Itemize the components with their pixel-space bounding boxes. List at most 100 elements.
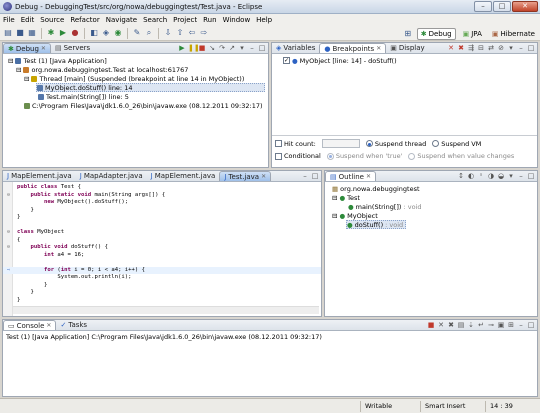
perspective-jpa[interactable]: ▣ JPA	[460, 28, 485, 40]
close-icon[interactable]: ✕	[46, 322, 51, 329]
collapse-all-icon[interactable]: ⊟	[477, 44, 485, 52]
collapse-icon[interactable]: ⊟	[16, 66, 21, 74]
outline-item[interactable]: ▦ org.nowa.debuggingtest	[328, 184, 534, 193]
collapse-icon[interactable]: ⊟	[24, 75, 29, 83]
close-icon[interactable]: ✕	[41, 45, 46, 52]
maximize-view-icon[interactable]: □	[258, 44, 266, 52]
prev-annotation-icon[interactable]: ⇧	[175, 28, 185, 38]
tab-mapelement-1[interactable]: J MapElement.java	[3, 171, 76, 181]
hit-count-checkbox[interactable]	[275, 140, 282, 147]
remove-launch-icon[interactable]: ✕	[437, 321, 445, 329]
remove-all-icon[interactable]: ✖	[457, 44, 465, 52]
tab-variables[interactable]: ◈ Variables	[272, 43, 319, 53]
minimize-button[interactable]: –	[474, 1, 492, 12]
breakpoint-enabled-checkbox[interactable]: ✓	[283, 57, 290, 64]
skip-all-icon[interactable]: ⊘	[497, 44, 505, 52]
sort-icon[interactable]: ↕	[457, 172, 465, 180]
remove-all-launches-icon[interactable]: ✖	[447, 321, 455, 329]
back-icon[interactable]: ⇦	[187, 28, 197, 38]
suspend-true-radio[interactable]	[326, 152, 334, 160]
open-console-icon[interactable]: ⊞	[507, 321, 515, 329]
console-output[interactable]: Test (1) [Java Application] C:\Program F…	[3, 331, 537, 343]
open-type-icon[interactable]: ✎	[132, 28, 142, 38]
menu-file[interactable]: File	[3, 16, 15, 24]
menu-edit[interactable]: Edit	[21, 16, 35, 24]
clear-console-icon[interactable]: ▤	[457, 321, 465, 329]
suspend-vm-radio[interactable]	[432, 140, 440, 147]
search-icon[interactable]: ⌕	[144, 28, 154, 38]
close-icon[interactable]: ✕	[261, 173, 266, 180]
menu-source[interactable]: Source	[40, 16, 64, 24]
code-editor[interactable]: public class Test { ⊖ public static void…	[3, 182, 321, 316]
menu-project[interactable]: Project	[173, 16, 197, 24]
minimize-view-icon[interactable]: –	[248, 44, 256, 52]
menu-search[interactable]: Search	[143, 16, 167, 24]
fold-icon[interactable]: ⊖	[7, 229, 10, 237]
tab-outline[interactable]: ▤ Outline ✕	[325, 171, 376, 181]
view-menu-icon[interactable]: ▾	[507, 44, 515, 52]
breakpoint-item[interactable]: ✓ ● MyObject [line: 14] - doStuff()	[275, 56, 534, 65]
tab-test-java[interactable]: J Test.java ✕	[219, 171, 272, 181]
suspend-changes-radio[interactable]	[408, 152, 416, 160]
tab-display[interactable]: ▣ Display	[386, 43, 428, 53]
collapse-icon[interactable]: ⊟	[332, 212, 337, 220]
display-console-icon[interactable]: ▣	[497, 321, 505, 329]
next-annotation-icon[interactable]: ⇩	[163, 28, 173, 38]
tree-item[interactable]: ⊟ Thread [main] (Suspended (breakpoint at…	[6, 74, 265, 83]
link-icon[interactable]: ⇄	[487, 44, 495, 52]
pin-console-icon[interactable]: ⊸	[487, 321, 495, 329]
remove-breakpoint-icon[interactable]: ✕	[447, 44, 455, 52]
word-wrap-icon[interactable]: ↵	[477, 321, 485, 329]
open-perspective-icon[interactable]: ⊞	[403, 29, 413, 39]
close-icon[interactable]: ✕	[366, 173, 371, 180]
new-package-icon[interactable]: ◈	[101, 28, 111, 38]
maximize-view-icon[interactable]: □	[527, 44, 535, 52]
outline-item[interactable]: ⊟ ● MyObject	[328, 211, 534, 220]
suspend-thread-radio[interactable]	[365, 140, 373, 147]
menu-refactor[interactable]: Refactor	[70, 16, 99, 24]
save-icon[interactable]: ■	[15, 28, 25, 38]
close-button[interactable]: ✕	[512, 1, 538, 12]
run-icon[interactable]: ▶	[58, 28, 68, 38]
outline-item[interactable]: ● doStuff() : void	[346, 220, 406, 229]
tree-item[interactable]: MyObject.doStuff() line: 14	[36, 83, 265, 92]
close-icon[interactable]: ✕	[376, 45, 381, 52]
suspend-icon[interactable]: ❚❚	[188, 44, 200, 52]
hit-count-input[interactable]	[321, 139, 360, 148]
minimize-view-icon[interactable]: –	[517, 172, 525, 180]
forward-icon[interactable]: ⇨	[199, 28, 209, 38]
step-over-icon[interactable]: ↷	[218, 44, 226, 52]
menu-window[interactable]: Window	[223, 16, 251, 24]
tab-breakpoints[interactable]: ● Breakpoints ✕	[319, 43, 387, 53]
terminate-icon[interactable]: ■	[198, 44, 206, 52]
print-icon[interactable]: ▦	[27, 28, 37, 38]
maximize-view-icon[interactable]: □	[527, 321, 535, 329]
resume-icon[interactable]: ▶	[178, 44, 186, 52]
minimize-view-icon[interactable]: –	[517, 321, 525, 329]
maximize-view-icon[interactable]: □	[527, 172, 535, 180]
hide-static-icon[interactable]: ˢ	[477, 172, 485, 180]
view-menu-icon[interactable]: ▾	[238, 44, 246, 52]
debug-icon[interactable]: ✱	[46, 28, 56, 38]
new-icon[interactable]: ▤	[3, 28, 13, 38]
tab-console[interactable]: ▭ Console ✕	[3, 320, 57, 330]
perspective-debug[interactable]: ✱ Debug	[416, 27, 456, 40]
tree-item[interactable]: C:\Program Files\Java\jdk1.6.0_26\bin\ja…	[6, 101, 265, 110]
minimize-view-icon[interactable]: –	[517, 44, 525, 52]
outline-item[interactable]: ⊟ ● Test	[328, 193, 534, 202]
tab-mapelement-2[interactable]: J MapElement.java	[147, 171, 220, 181]
terminate-icon[interactable]: ■	[427, 321, 435, 329]
tree-item[interactable]: ⊟ Test (1) [Java Application]	[6, 56, 265, 65]
view-menu-icon[interactable]: ▾	[507, 172, 515, 180]
hide-fields-icon[interactable]: ◐	[467, 172, 475, 180]
external-tools-icon[interactable]: ●	[70, 28, 80, 38]
tab-servers[interactable]: ▤ Servers	[51, 43, 94, 53]
new-class-icon[interactable]: ◉	[113, 28, 123, 38]
tab-mapadapter[interactable]: J MapAdapter.java	[76, 171, 147, 181]
outline-item[interactable]: ● main(String[]) : void	[328, 202, 534, 211]
new-java-project-icon[interactable]: ◧	[89, 28, 99, 38]
tab-debug[interactable]: ✱ Debug ✕	[3, 43, 51, 53]
maximize-button[interactable]: □	[493, 1, 511, 12]
collapse-icon[interactable]: ⊟	[8, 57, 13, 65]
hide-nonpublic-icon[interactable]: ◑	[487, 172, 495, 180]
